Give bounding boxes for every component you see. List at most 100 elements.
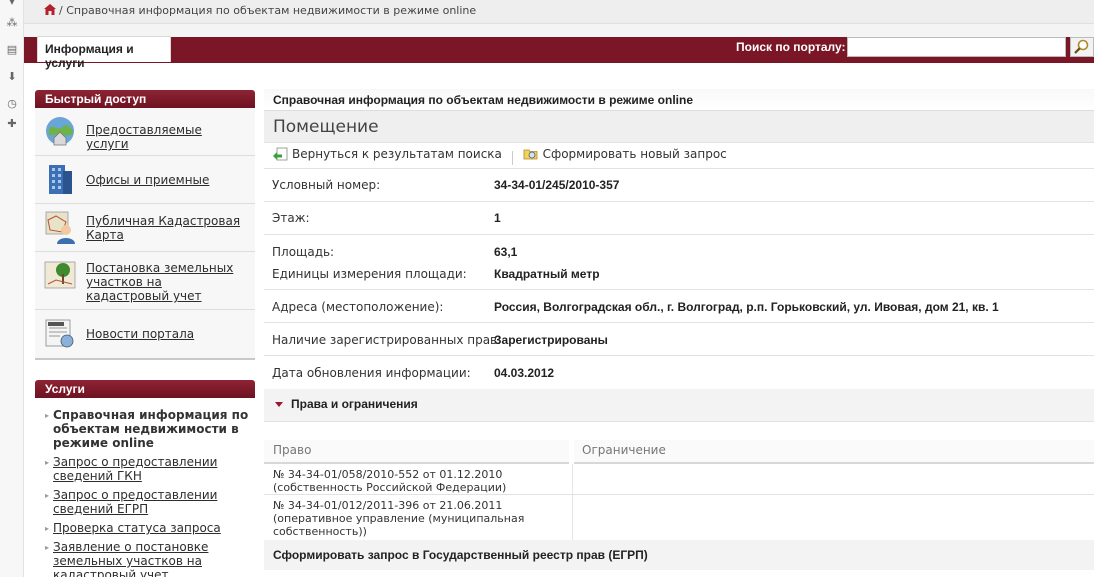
right-cell: № 34-34-01/012/2011-396 от 21.06.2011 (о… — [273, 499, 563, 538]
bullet-arrow-icon: ▸ — [45, 458, 50, 467]
search-input[interactable] — [847, 37, 1066, 57]
egrp-request-link[interactable]: Сформировать запрос в Государственный ре… — [264, 540, 1094, 570]
service-item-egrp[interactable]: ▸ Запрос о предоставлении сведений ЕГРП — [35, 488, 255, 521]
field-label: Условный номер: — [272, 178, 381, 192]
new-request-link[interactable]: Сформировать новый запрос — [523, 147, 727, 161]
field-row-update-date: Дата обновления информации: 04.03.2012 — [264, 356, 1094, 389]
notes-icon[interactable]: ▤ — [6, 44, 18, 56]
quick-item-label: Публичная Кадастровая Карта — [86, 214, 241, 242]
field-value: Россия, Волгоградская обл., г. Волгоград… — [494, 300, 999, 314]
service-link[interactable]: Запрос о предоставлении сведений ГКН — [53, 455, 217, 483]
search-button[interactable] — [1070, 37, 1094, 57]
table-row: № 34-34-01/058/2010-552 от 01.12.2010 (с… — [264, 464, 1094, 495]
right-cell: № 34-34-01/058/2010-552 от 01.12.2010 (с… — [273, 468, 563, 494]
back-arrow-icon — [273, 147, 288, 161]
search-label: Поиск по порталу: — [736, 40, 846, 54]
field-value: Зарегистрированы — [494, 333, 608, 347]
toolbar-separator — [511, 150, 513, 165]
history-icon[interactable]: ◷ — [6, 98, 18, 110]
quick-item-label: Предоставляемые услуги — [86, 123, 202, 151]
bullet-arrow-icon: ▸ — [45, 411, 50, 420]
page-title: Справочная информация по объектам недвиж… — [264, 89, 1094, 111]
bullet-arrow-icon: ▸ — [45, 543, 50, 552]
field-label: Наличие зарегистрированных прав: — [272, 333, 502, 347]
quick-access-header: Быстрый доступ — [35, 90, 255, 108]
search-icon — [1074, 39, 1089, 54]
service-item-land-registration[interactable]: ▸ Заявление о постановке земельных участ… — [35, 540, 255, 577]
services-block: Услуги ▸ Справочная информация по объект… — [35, 380, 255, 577]
right-type: (собственность Российской Федерации) — [273, 481, 507, 494]
column-divider — [572, 495, 573, 540]
globe-house-icon — [46, 117, 74, 146]
breadcrumb: / Справочная информация по объектам недв… — [24, 0, 1094, 24]
object-type-title: Помещение — [264, 111, 1094, 143]
column-header-restriction: Ограничение — [574, 440, 1094, 464]
download-icon[interactable]: ⬇ — [6, 71, 18, 83]
field-value: Квадратный метр — [494, 267, 600, 281]
service-item-active[interactable]: ▸ Справочная информация по объектам недв… — [35, 408, 255, 455]
column-header-right: Право — [264, 440, 569, 464]
right-type: (оперативное управление (муниципальная — [273, 512, 525, 525]
quick-item-offices[interactable]: Офисы и приемные — [35, 156, 255, 204]
right-type-cont: собственность)) — [273, 525, 367, 538]
field-row-area: Площадь: 63,1 Единицы измерения площади:… — [264, 235, 1094, 290]
share-icon[interactable]: ⁂ — [6, 17, 18, 29]
field-value: 63,1 — [494, 245, 518, 259]
service-link[interactable]: Проверка статуса запроса — [53, 521, 221, 535]
service-link[interactable]: Заявление о постановке земельных участко… — [53, 540, 208, 577]
field-label: Единицы измерения площади: — [272, 267, 467, 281]
right-record: № 34-34-01/012/2011-396 от 21.06.2011 — [273, 499, 503, 512]
quick-item-land-plots[interactable]: Постановка земельных участков на кадастр… — [35, 252, 255, 310]
field-value: 04.03.2012 — [494, 366, 555, 380]
field-value: 34-34-01/245/2010-357 — [494, 178, 620, 192]
service-link[interactable]: Запрос о предоставлении сведений ЕГРП — [53, 488, 217, 516]
field-label: Этаж: — [272, 211, 310, 225]
quick-item-news[interactable]: Новости портала — [35, 310, 255, 358]
right-record: № 34-34-01/058/2010-552 от 01.12.2010 — [273, 468, 503, 481]
news-icon — [45, 319, 74, 348]
back-to-results-link[interactable]: Вернуться к результатам поиска — [272, 147, 502, 161]
land-plot-icon — [44, 261, 76, 289]
rights-table-header: Право Ограничение — [264, 422, 1094, 464]
tab-info-services[interactable]: Информация и услуги — [37, 36, 171, 70]
field-row-floor: Этаж: 1 — [264, 202, 1094, 235]
field-row-cadastral-number: Условный номер: 34-34-01/245/2010-357 — [264, 169, 1094, 202]
breadcrumb-text: / Справочная информация по объектам недв… — [59, 4, 477, 17]
page: ▾ ⁂ ▤ ⬇ ◷ ✚ / Справочная информация по о… — [0, 0, 1094, 577]
table-row: № 34-34-01/012/2011-396 от 21.06.2011 (о… — [264, 495, 1094, 540]
quick-item-label: Постановка земельных участков на кадастр… — [86, 261, 234, 303]
top-navigation-bar: Информация и услуги Поиск по порталу: — [24, 24, 1094, 70]
action-toolbar: Вернуться к результатам поиска Сформиров… — [264, 143, 1094, 169]
service-item-status[interactable]: ▸ Проверка статуса запроса — [35, 521, 255, 540]
service-item-gkn[interactable]: ▸ Запрос о предоставлении сведений ГКН — [35, 455, 255, 488]
folder-search-icon — [523, 149, 537, 160]
field-label: Адреса (местоположение): — [272, 300, 444, 314]
service-label: Справочная информация по объектам недвиж… — [53, 408, 249, 450]
browser-sidebar: ▾ ⁂ ▤ ⬇ ◷ ✚ — [0, 0, 24, 577]
main-content: Справочная информация по объектам недвиж… — [264, 89, 1094, 570]
bookmark-icon[interactable]: ▾ — [6, 0, 18, 8]
quick-item-services[interactable]: Предоставляемые услуги — [35, 108, 255, 156]
services-header: Услуги — [35, 380, 255, 398]
sidebar: Быстрый доступ Предоставляемые услуги Оф… — [35, 90, 255, 577]
quick-item-label: Новости портала — [86, 327, 195, 341]
rights-section-title: Права и ограничения — [291, 397, 418, 411]
field-label: Площадь: — [272, 245, 335, 259]
field-label: Дата обновления информации: — [272, 366, 471, 380]
bullet-arrow-icon: ▸ — [45, 524, 50, 533]
field-row-registered-rights: Наличие зарегистрированных прав: Зарегис… — [264, 323, 1094, 356]
bullet-arrow-icon: ▸ — [45, 491, 50, 500]
quick-access-list: Предоставляемые услуги Офисы и приемные … — [35, 108, 255, 360]
add-icon[interactable]: ✚ — [6, 118, 18, 130]
new-request-label: Сформировать новый запрос — [542, 147, 727, 161]
quick-item-label: Офисы и приемные — [86, 173, 210, 187]
field-value: 1 — [494, 211, 501, 225]
quick-item-cadastral-map[interactable]: Публичная Кадастровая Карта — [35, 204, 255, 252]
rights-section-toggle[interactable]: Права и ограничения — [264, 389, 1094, 422]
field-row-address: Адреса (местоположение): Россия, Волгогр… — [264, 290, 1094, 323]
cadastral-map-icon — [45, 211, 75, 244]
column-divider — [572, 464, 573, 494]
collapse-triangle-icon — [275, 402, 283, 407]
office-building-icon — [49, 165, 72, 194]
home-icon[interactable] — [44, 4, 56, 15]
